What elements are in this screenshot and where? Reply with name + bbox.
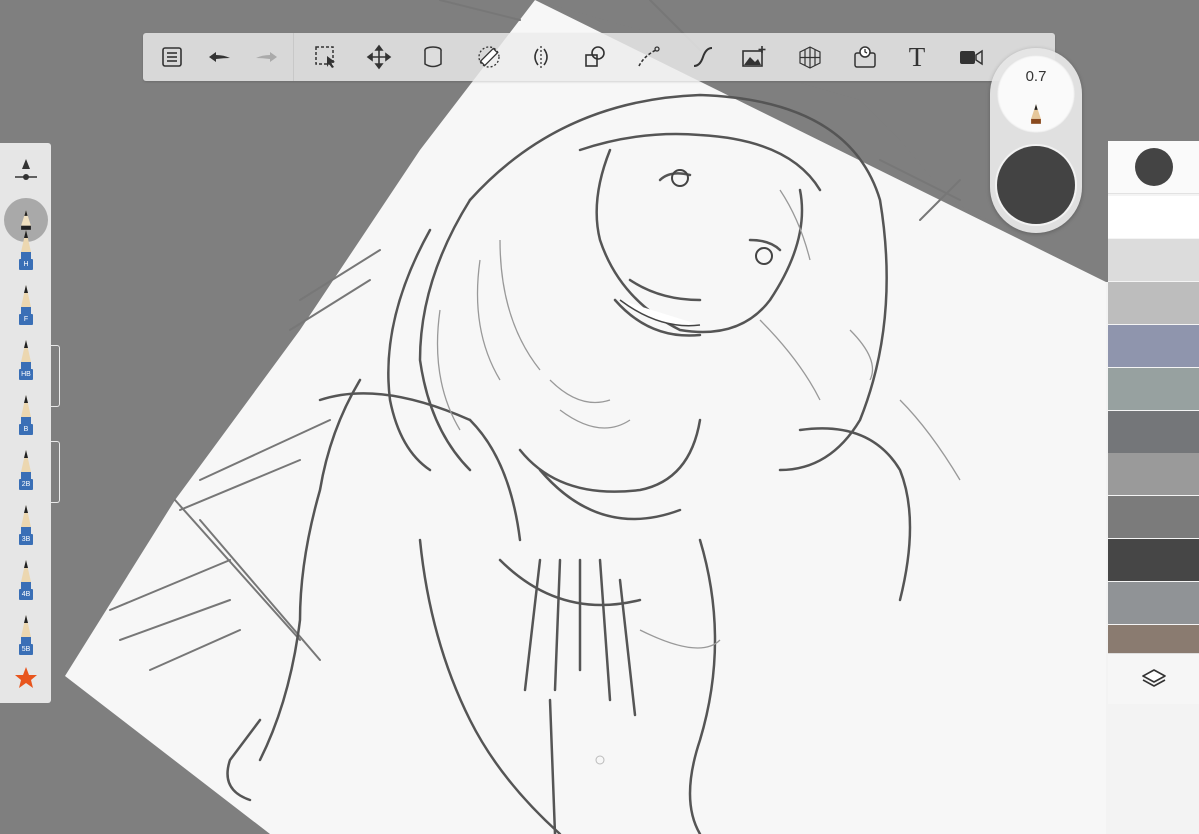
- layers-button[interactable]: [1108, 653, 1199, 704]
- perspective-grid-icon: [799, 46, 821, 69]
- brush-label: 2B: [19, 479, 33, 490]
- brush-label: H: [19, 259, 33, 270]
- brush-pencil-2b[interactable]: 2B: [8, 442, 44, 490]
- text-icon: T: [908, 41, 926, 72]
- brush-label: 3B: [19, 534, 33, 545]
- record-video-icon: [960, 49, 983, 66]
- record-video-button[interactable]: [953, 39, 989, 75]
- brush-label: B: [19, 424, 33, 435]
- color-puck[interactable]: [997, 146, 1075, 224]
- brush-pencil-5b[interactable]: 5B: [8, 607, 44, 655]
- color-swatch[interactable]: [1108, 496, 1199, 539]
- brush-group-bracket: [51, 441, 60, 503]
- curve-icon: [638, 46, 660, 67]
- add-image-icon: [742, 46, 766, 67]
- current-color-button[interactable]: [1108, 141, 1199, 194]
- ruler-tool-button[interactable]: [471, 39, 507, 75]
- time-lapse-button[interactable]: [847, 39, 883, 75]
- color-swatch[interactable]: [1108, 324, 1199, 367]
- color-swatch[interactable]: [1108, 410, 1199, 453]
- star-icon: [15, 667, 37, 688]
- list-icon: [162, 47, 182, 67]
- brush-settings-button[interactable]: [12, 157, 40, 183]
- brush-label: F: [19, 314, 33, 325]
- redo-icon: [256, 52, 277, 62]
- color-palette: [1108, 141, 1199, 704]
- add-image-button[interactable]: [736, 39, 772, 75]
- symmetry-tool-button[interactable]: [523, 39, 559, 75]
- curve-tool-button[interactable]: [631, 39, 667, 75]
- brush-size-puck[interactable]: 0.7: [997, 55, 1075, 133]
- color-swatch[interactable]: [1108, 196, 1199, 238]
- undo-icon: [209, 52, 230, 62]
- brush-puck[interactable]: 0.7: [990, 48, 1082, 233]
- fill-bucket-icon: [424, 46, 442, 68]
- toolbar-separator: [293, 33, 294, 81]
- text-tool-button[interactable]: T: [899, 39, 935, 75]
- brush-group-bracket: [51, 345, 60, 407]
- time-lapse-icon: [854, 46, 876, 68]
- color-swatch[interactable]: [1108, 238, 1199, 281]
- brush-settings-icon: [15, 159, 37, 180]
- selection-icon: [315, 46, 335, 68]
- brush-pencil-f[interactable]: F: [8, 277, 44, 325]
- redo-button[interactable]: [249, 39, 285, 75]
- brush-size-value: 0.7: [1025, 68, 1047, 85]
- selection-tool-button[interactable]: [308, 39, 344, 75]
- brush-pencil-hb[interactable]: HB: [8, 332, 44, 380]
- stroke-icon: [693, 47, 713, 67]
- brush-pencil-4b[interactable]: 4B: [8, 552, 44, 600]
- brush-pencil-b[interactable]: B: [8, 387, 44, 435]
- shapes-icon: [585, 46, 605, 67]
- color-swatch[interactable]: [1108, 453, 1199, 496]
- brush-label: 5B: [19, 644, 33, 655]
- ruler-icon: [478, 46, 500, 68]
- perspective-guide-button[interactable]: [792, 39, 828, 75]
- pencil-icon: [1031, 104, 1041, 124]
- color-swatch[interactable]: [1108, 367, 1199, 410]
- color-swatch[interactable]: [1108, 281, 1199, 324]
- shapes-tool-button[interactable]: [577, 39, 613, 75]
- color-swatch[interactable]: [1108, 539, 1199, 582]
- transform-tool-button[interactable]: [361, 39, 397, 75]
- brush-label: HB: [19, 369, 33, 380]
- current-color-swatch: [1134, 148, 1173, 186]
- brush-label: 4B: [19, 589, 33, 600]
- fill-tool-button[interactable]: [415, 39, 451, 75]
- layers-icon: [1141, 669, 1166, 687]
- brush-palette-list-button[interactable]: [154, 39, 190, 75]
- undo-button[interactable]: [201, 39, 237, 75]
- color-swatch[interactable]: [1108, 582, 1199, 625]
- stroke-tool-button[interactable]: [685, 39, 721, 75]
- transform-icon: [366, 44, 392, 70]
- brush-pencil-h[interactable]: H: [8, 222, 44, 270]
- favorites-button[interactable]: [13, 665, 39, 691]
- top-toolbar: T: [143, 33, 1055, 81]
- symmetry-icon: [534, 46, 548, 68]
- brush-pencil-3b[interactable]: 3B: [8, 497, 44, 545]
